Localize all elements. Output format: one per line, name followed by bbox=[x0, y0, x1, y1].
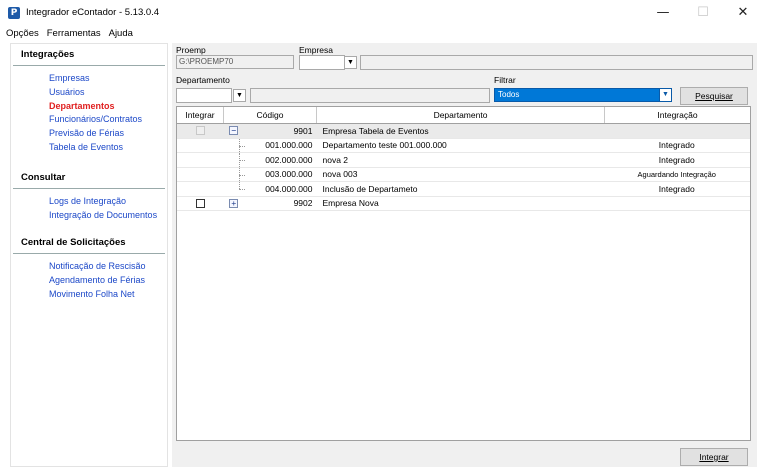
column-header-departamento[interactable]: Departamento bbox=[317, 107, 605, 123]
column-header-integracao[interactable]: Integração bbox=[605, 107, 750, 123]
proemp-label: Proemp bbox=[176, 45, 206, 55]
departamento-name-field bbox=[250, 88, 490, 103]
filtrar-select[interactable]: Todos ▼ bbox=[494, 88, 672, 102]
sidebar-item-tabela-eventos[interactable]: Tabela de Eventos bbox=[49, 141, 167, 155]
row-department: Empresa Nova bbox=[322, 198, 379, 209]
sidebar-item-agendamento-ferias[interactable]: Agendamento de Férias bbox=[49, 274, 167, 288]
title-bar: P Integrador eContador - 5.13.0.4 — ☐ ✕ bbox=[0, 0, 763, 25]
empresa-name-field bbox=[360, 55, 753, 70]
grid-header: Integrar Código Departamento Integração bbox=[177, 107, 750, 124]
expand-icon[interactable]: + bbox=[229, 198, 239, 208]
main-panel: Proemp G:\PROEMP70 Empresa ▼ Departament… bbox=[172, 43, 757, 467]
sidebar: Integrações Empresas Usuários Departamen… bbox=[10, 43, 168, 467]
maximize-button[interactable]: ☐ bbox=[683, 0, 723, 25]
chevron-down-icon[interactable]: ▼ bbox=[659, 89, 671, 101]
menu-bar: Opções Ferramentas Ajuda bbox=[0, 25, 763, 41]
empresa-select[interactable] bbox=[299, 55, 345, 70]
row-department: Empresa Tabela de Eventos bbox=[322, 125, 429, 136]
sidebar-item-logs-integracao[interactable]: Logs de Integração bbox=[49, 195, 167, 209]
table-row[interactable]: + 9902 Empresa Nova bbox=[177, 197, 750, 211]
column-header-codigo[interactable]: Código bbox=[224, 107, 317, 123]
sidebar-item-empresas[interactable]: Empresas bbox=[49, 72, 167, 86]
close-button[interactable]: ✕ bbox=[723, 0, 763, 25]
integrar-checkbox bbox=[195, 126, 205, 136]
row-code: 9902 bbox=[293, 198, 313, 209]
table-row[interactable]: 001.000.000 Departamento teste 001.000.0… bbox=[177, 138, 750, 153]
integrar-checkbox[interactable] bbox=[195, 198, 205, 208]
row-code: 004.000.000 bbox=[265, 183, 313, 194]
sidebar-item-funcionarios[interactable]: Funcionários/Contratos bbox=[49, 113, 167, 127]
window-title: Integrador eContador - 5.13.0.4 bbox=[26, 7, 160, 18]
row-department: Inclusão de Departameto bbox=[322, 183, 418, 194]
row-status: Aguardando Integração bbox=[637, 169, 716, 179]
row-department: nova 2 bbox=[322, 154, 349, 165]
chevron-down-icon: ▼ bbox=[236, 92, 243, 99]
filtrar-label: Filtrar bbox=[494, 75, 516, 85]
minimize-button[interactable]: — bbox=[643, 0, 683, 25]
row-status: Integrado bbox=[658, 154, 695, 165]
empresa-label: Empresa bbox=[299, 45, 334, 55]
integrar-button[interactable]: Integrar bbox=[680, 448, 748, 466]
departamento-label: Departamento bbox=[176, 75, 230, 85]
row-code: 9901 bbox=[293, 125, 313, 136]
table-row[interactable]: − 9901 Empresa Tabela de Eventos bbox=[177, 124, 750, 139]
sidebar-item-usuarios[interactable]: Usuários bbox=[49, 86, 167, 100]
row-code: 002.000.000 bbox=[265, 154, 313, 165]
departments-grid: Integrar Código Departamento Integração … bbox=[176, 106, 751, 441]
sidebar-item-notificacao-rescisao[interactable]: Notificação de Rescisão bbox=[49, 260, 167, 274]
chevron-down-icon: ▼ bbox=[347, 59, 354, 66]
sidebar-item-movimento-folha-net[interactable]: Movimento Folha Net bbox=[49, 288, 167, 302]
sidebar-item-departamentos[interactable]: Departamentos bbox=[49, 100, 167, 114]
table-row[interactable]: 003.000.000 nova 003 Aguardando Integraç… bbox=[177, 167, 750, 182]
section-header-consultar: Consultar bbox=[13, 167, 165, 189]
row-code: 003.000.000 bbox=[265, 169, 313, 180]
section-header-central-solicitacoes: Central de Solicitações bbox=[13, 232, 165, 255]
sidebar-item-previsao-ferias[interactable]: Previsão de Férias bbox=[49, 127, 167, 141]
collapse-icon[interactable]: − bbox=[229, 126, 239, 136]
row-status: Integrado bbox=[658, 140, 695, 151]
sidebar-item-integracao-documentos[interactable]: Integração de Documentos bbox=[49, 209, 167, 223]
table-row[interactable]: 002.000.000 nova 2 Integrado bbox=[177, 153, 750, 168]
section-header-integracoes: Integrações bbox=[13, 44, 165, 66]
table-row[interactable]: 004.000.000 Inclusão de Departameto Inte… bbox=[177, 182, 750, 197]
row-code: 001.000.000 bbox=[265, 140, 313, 151]
app-icon: P bbox=[8, 6, 20, 19]
menu-ajuda[interactable]: Ajuda bbox=[109, 28, 133, 39]
pesquisar-button[interactable]: Pesquisar bbox=[680, 87, 748, 105]
filtrar-value: Todos bbox=[498, 90, 520, 99]
empresa-dropdown-arrow[interactable]: ▼ bbox=[344, 56, 357, 69]
row-department: Departamento teste 001.000.000 bbox=[322, 140, 447, 151]
row-status: Integrado bbox=[658, 183, 695, 194]
row-department: nova 003 bbox=[322, 169, 358, 180]
departamento-dropdown-arrow[interactable]: ▼ bbox=[233, 89, 246, 102]
column-header-integrar[interactable]: Integrar bbox=[177, 107, 224, 123]
departamento-select[interactable] bbox=[176, 88, 232, 103]
menu-ferramentas[interactable]: Ferramentas bbox=[47, 28, 101, 39]
menu-opcoes[interactable]: Opções bbox=[6, 28, 39, 39]
proemp-field[interactable]: G:\PROEMP70 bbox=[176, 55, 294, 69]
